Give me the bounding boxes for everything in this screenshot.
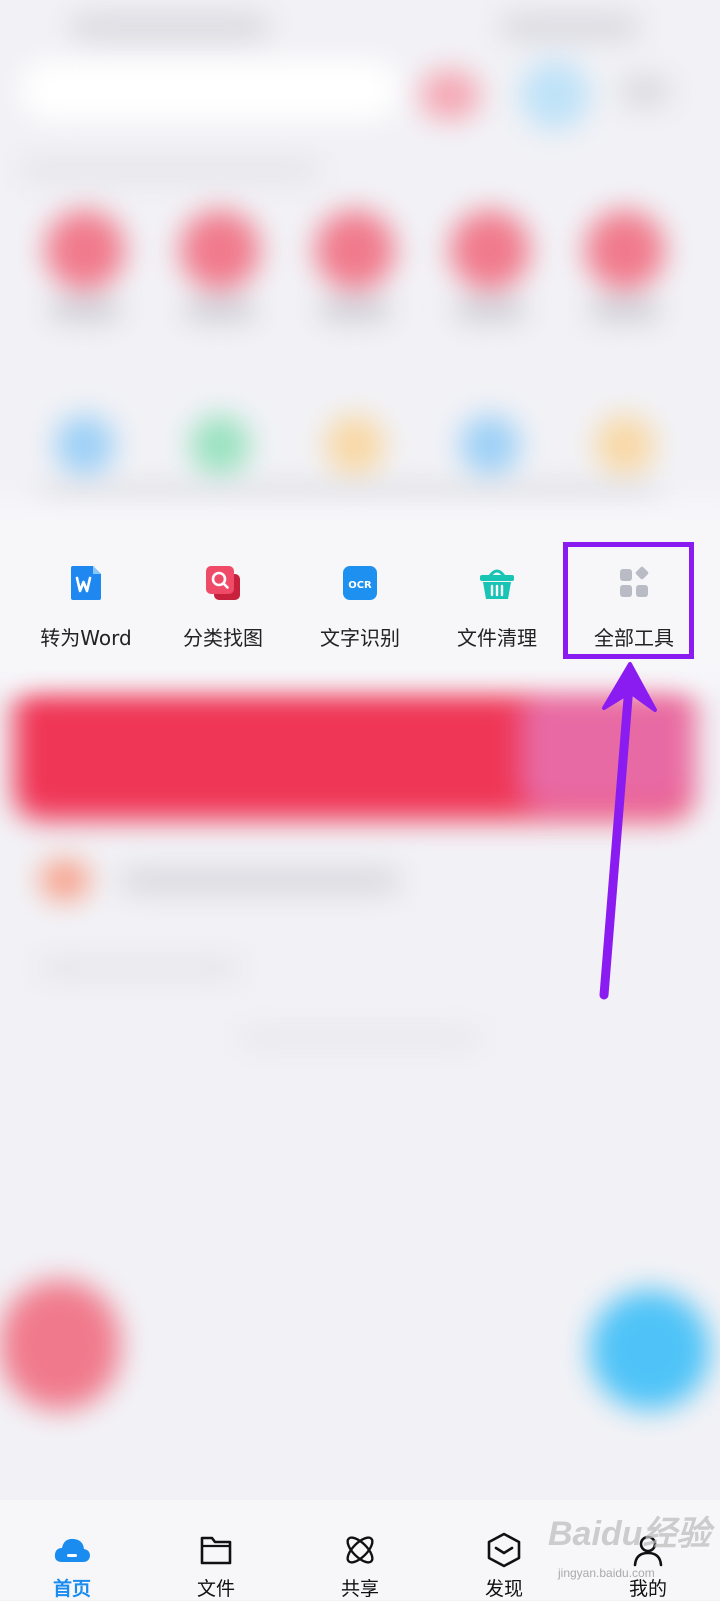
discover-cube-icon (484, 1530, 524, 1570)
tool-image-search[interactable]: 分类找图 (155, 550, 291, 660)
tool-ocr[interactable]: OCR 文字识别 (292, 550, 428, 660)
tool-convert-word[interactable]: 转为Word (18, 550, 154, 660)
word-doc-icon (67, 564, 105, 602)
tool-label: 文字识别 (320, 626, 400, 650)
ocr-icon: OCR (341, 564, 379, 602)
nav-label: 发现 (484, 1578, 523, 1600)
share-atom-icon (340, 1530, 380, 1570)
watermark-logo: Baidu经验 jingyan.baidu.com (548, 1515, 711, 1580)
tool-file-cleanup[interactable]: 文件清理 (429, 550, 565, 660)
highlight-box (563, 542, 694, 659)
tool-label: 文件清理 (457, 626, 537, 650)
folder-icon (196, 1530, 236, 1570)
home-cloud-icon (52, 1530, 92, 1570)
svg-text:OCR: OCR (348, 580, 372, 591)
image-search-icon (204, 564, 242, 602)
cleanup-basket-icon (478, 564, 516, 602)
tool-label: 分类找图 (183, 626, 263, 650)
tool-label: 转为Word (40, 626, 132, 650)
nav-share[interactable]: 共享 (288, 1500, 432, 1600)
nav-label: 共享 (340, 1578, 379, 1600)
nav-files[interactable]: 文件 (144, 1500, 288, 1600)
nav-label: 首页 (52, 1578, 91, 1600)
blurred-background (0, 0, 720, 1600)
nav-home[interactable]: 首页 (0, 1500, 144, 1600)
nav-label: 文件 (196, 1578, 235, 1600)
